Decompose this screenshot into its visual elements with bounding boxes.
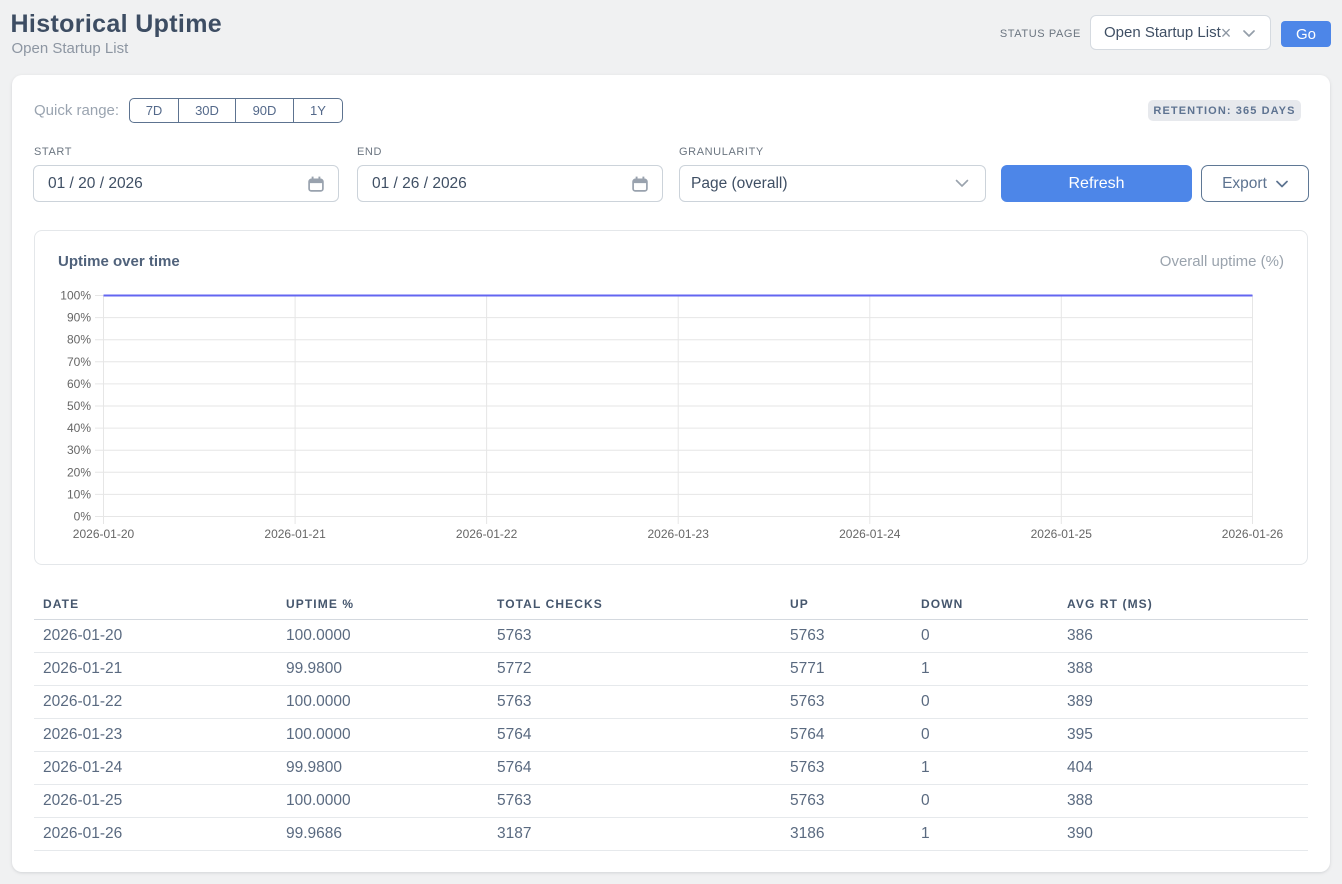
svg-text:2026-01-25: 2026-01-25 xyxy=(1031,527,1093,541)
svg-text:20%: 20% xyxy=(67,465,91,479)
svg-text:70%: 70% xyxy=(67,355,91,369)
svg-text:30%: 30% xyxy=(67,443,91,457)
svg-text:2026-01-22: 2026-01-22 xyxy=(456,527,518,541)
svg-text:60%: 60% xyxy=(67,377,91,391)
svg-text:2026-01-24: 2026-01-24 xyxy=(839,527,901,541)
svg-text:2026-01-26: 2026-01-26 xyxy=(1222,527,1284,541)
svg-text:80%: 80% xyxy=(67,333,91,347)
svg-text:90%: 90% xyxy=(67,311,91,325)
svg-text:10%: 10% xyxy=(67,487,91,501)
svg-text:2026-01-20: 2026-01-20 xyxy=(73,527,135,541)
svg-text:2026-01-23: 2026-01-23 xyxy=(648,527,710,541)
svg-text:50%: 50% xyxy=(67,399,91,413)
svg-text:100%: 100% xyxy=(60,289,91,303)
svg-text:2026-01-21: 2026-01-21 xyxy=(264,527,326,541)
svg-text:40%: 40% xyxy=(67,421,91,435)
svg-text:0%: 0% xyxy=(74,510,92,524)
